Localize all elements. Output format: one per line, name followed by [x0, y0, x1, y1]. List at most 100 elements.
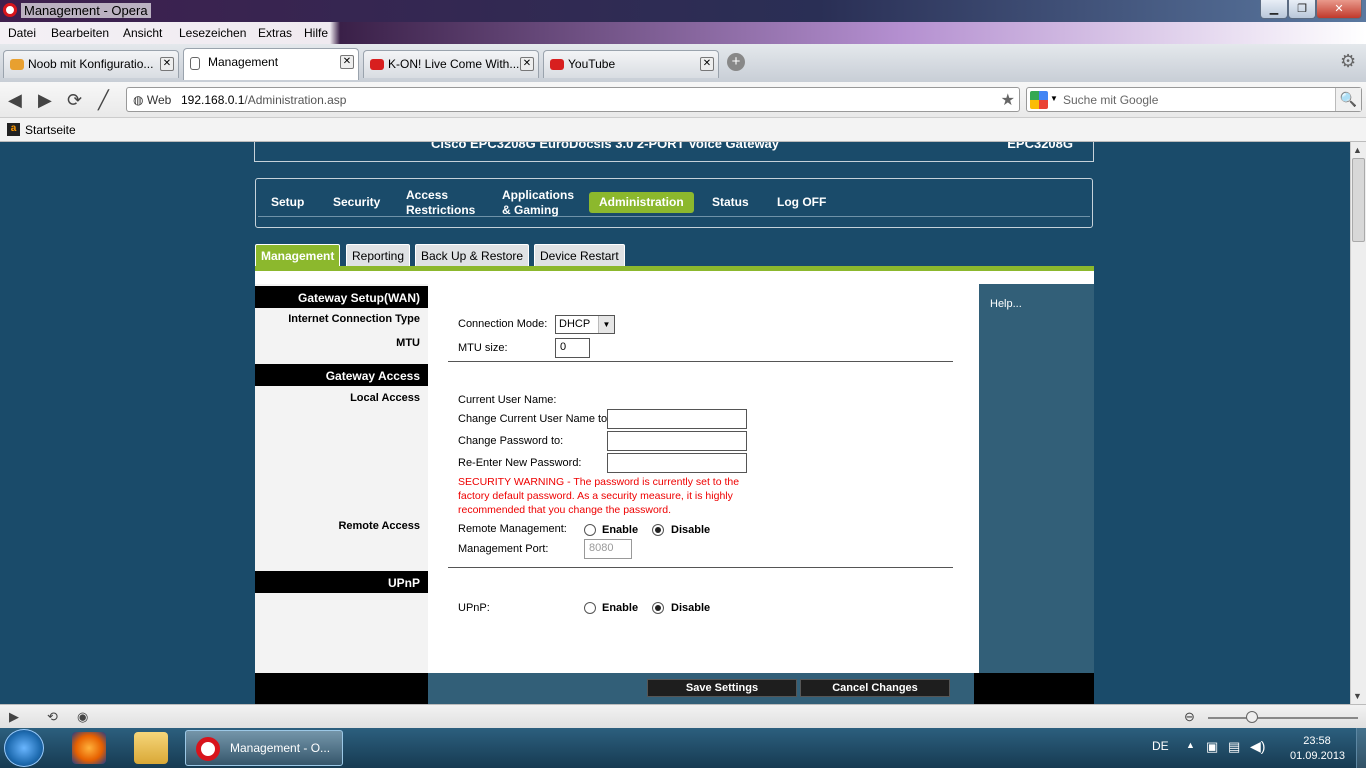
status-bar: ▶ ⟲ ◉ ⊖	[0, 704, 1366, 728]
new-tab-button[interactable]: +	[727, 53, 745, 71]
scroll-thumb[interactable]	[1352, 158, 1365, 242]
cancel-changes-button[interactable]: Cancel Changes	[800, 679, 950, 697]
close-window-button[interactable]: ✕	[1316, 0, 1362, 19]
forum-favicon-icon	[10, 59, 24, 70]
turbo-icon[interactable]: ◉	[77, 709, 88, 725]
reenter-password-input[interactable]	[607, 453, 747, 473]
search-placeholder: Suche mit Google	[1063, 93, 1159, 107]
close-tab-icon[interactable]: ✕	[520, 57, 534, 71]
vertical-scrollbar[interactable]: ▲ ▼	[1350, 142, 1366, 704]
remote-disable-radio[interactable]	[652, 524, 664, 536]
menu-extras[interactable]: Extras	[258, 26, 292, 40]
nav-security[interactable]: Security	[333, 195, 380, 210]
subtab-reporting[interactable]: Reporting	[346, 244, 411, 267]
close-tab-icon[interactable]: ✕	[340, 55, 354, 69]
minimize-button[interactable]: ▁	[1260, 0, 1288, 19]
nav-setup[interactable]: Setup	[271, 195, 304, 210]
subtab-backup-restore[interactable]: Back Up & Restore	[415, 244, 530, 267]
tab-k-on[interactable]: K-ON! Live Come With... ✕	[363, 50, 539, 78]
sync-icon[interactable]: ⟲	[47, 709, 58, 725]
zoom-slider-knob[interactable]	[1246, 711, 1258, 723]
save-settings-button[interactable]: Save Settings	[647, 679, 797, 697]
remote-enable-radio[interactable]	[584, 524, 596, 536]
label-remote-access: Remote Access	[338, 520, 420, 532]
divider	[448, 361, 953, 362]
close-tab-icon[interactable]: ✕	[160, 57, 174, 71]
subtab-management[interactable]: Management	[255, 244, 341, 267]
menu-ansicht[interactable]: Ansicht	[123, 26, 162, 40]
upnp-enable-label: Enable	[602, 602, 639, 614]
menu-hilfe[interactable]: Hilfe	[304, 26, 328, 40]
panel-toggle-icon[interactable]: ▶	[9, 709, 19, 725]
windows-start-icon[interactable]	[4, 729, 44, 767]
address-field[interactable]: ◍ Web 192.168.0.1/Administration.asp ★	[126, 87, 1020, 112]
search-field[interactable]: ▼ Suche mit Google 🔍	[1026, 87, 1362, 112]
reload-icon[interactable]: ⟳	[67, 90, 82, 111]
clock-date: 01.09.2013	[1290, 750, 1346, 762]
edit-icon[interactable]: ╱	[98, 90, 109, 111]
section-gateway-setup: Gateway Setup(WAN)	[255, 286, 428, 308]
bookmarks-bar: a Startseite	[0, 118, 1366, 142]
device-icon[interactable]: ▤	[1228, 739, 1240, 755]
show-desktop-button[interactable]	[1356, 728, 1366, 768]
zoom-out-icon[interactable]: ⊖	[1184, 709, 1195, 725]
language-indicator[interactable]: DE	[1152, 739, 1169, 753]
forward-icon[interactable]: ▶	[38, 90, 52, 111]
tab-management[interactable]: Management ✕	[183, 48, 359, 80]
network-icon[interactable]: ▣	[1206, 739, 1218, 755]
nav-logoff[interactable]: Log OFF	[777, 195, 826, 210]
change-username-input[interactable]	[607, 409, 747, 429]
help-link[interactable]: Help...	[990, 298, 1022, 310]
page-viewport: Cisco EPC3208G EuroDocsis 3.0 2-PORT Voi…	[0, 142, 1350, 704]
chevron-down-icon[interactable]: ▼	[1050, 94, 1058, 103]
gear-icon[interactable]: ⚙	[1340, 51, 1360, 71]
folder-icon[interactable]	[134, 732, 168, 764]
upnp-enable-radio[interactable]	[584, 602, 596, 614]
bookmark-startseite[interactable]: Startseite	[25, 123, 76, 137]
zoom-slider[interactable]	[1208, 717, 1358, 719]
menu-datei[interactable]: Datei	[8, 26, 36, 40]
nav-status[interactable]: Status	[712, 195, 749, 210]
close-tab-icon[interactable]: ✕	[700, 57, 714, 71]
menu-bearbeiten[interactable]: Bearbeiten	[51, 26, 109, 40]
nav-applications-gaming[interactable]: Applications & Gaming	[502, 188, 574, 218]
content-top-strip	[255, 271, 1094, 284]
page-icon	[190, 57, 200, 70]
change-password-label: Change Password to:	[458, 435, 564, 447]
management-port-input[interactable]: 8080	[584, 539, 632, 559]
bookmark-star-icon[interactable]: ★	[1001, 90, 1015, 110]
management-port-label: Management Port:	[458, 543, 549, 555]
tab-label: YouTube	[568, 57, 616, 71]
search-icon[interactable]: 🔍	[1335, 88, 1361, 111]
button-footer: Save Settings Cancel Changes	[255, 673, 1094, 704]
volume-icon[interactable]: ◀)	[1250, 738, 1265, 755]
remote-disable-label: Disable	[671, 524, 711, 536]
connection-mode-select[interactable]: DHCP ▼	[555, 315, 615, 334]
address-url[interactable]: 192.168.0.1/Administration.asp	[181, 93, 346, 107]
label-mtu: MTU	[396, 337, 420, 349]
tab-bar: Noob mit Konfiguratio... ✕ Management ✕ …	[0, 44, 1366, 82]
menu-lesezeichen[interactable]: Lesezeichen	[179, 26, 246, 40]
scroll-down-icon[interactable]: ▼	[1353, 691, 1362, 701]
tray-expand-icon[interactable]: ▲	[1186, 740, 1195, 750]
scroll-up-icon[interactable]: ▲	[1353, 145, 1362, 155]
router-header: Cisco EPC3208G EuroDocsis 3.0 2-PORT Voi…	[254, 142, 1094, 162]
firefox-icon[interactable]	[72, 732, 106, 764]
subtab-device-restart[interactable]: Device Restart	[534, 244, 625, 267]
opera-logo-icon	[196, 737, 220, 761]
google-icon[interactable]	[1030, 91, 1048, 109]
upnp-disable-radio[interactable]	[652, 602, 664, 614]
change-password-input[interactable]	[607, 431, 747, 451]
taskbar-opera-button[interactable]: Management - O...	[185, 730, 343, 766]
nav-access-restrictions[interactable]: Access Restrictions	[406, 188, 475, 218]
label-internet-connection-type: Internet Connection Type	[288, 313, 420, 325]
tab-youtube[interactable]: YouTube ✕	[543, 50, 719, 78]
mtu-size-label: MTU size:	[458, 342, 508, 354]
mtu-size-input[interactable]: 0	[555, 338, 590, 358]
clock[interactable]: 23:58 01.09.2013	[1290, 734, 1346, 764]
section-gateway-access: Gateway Access	[255, 364, 428, 386]
tab-noob[interactable]: Noob mit Konfiguratio... ✕	[3, 50, 179, 78]
nav-administration[interactable]: Administration	[589, 192, 694, 213]
maximize-button[interactable]: ❐	[1288, 0, 1316, 19]
back-icon[interactable]: ◀	[8, 90, 22, 111]
